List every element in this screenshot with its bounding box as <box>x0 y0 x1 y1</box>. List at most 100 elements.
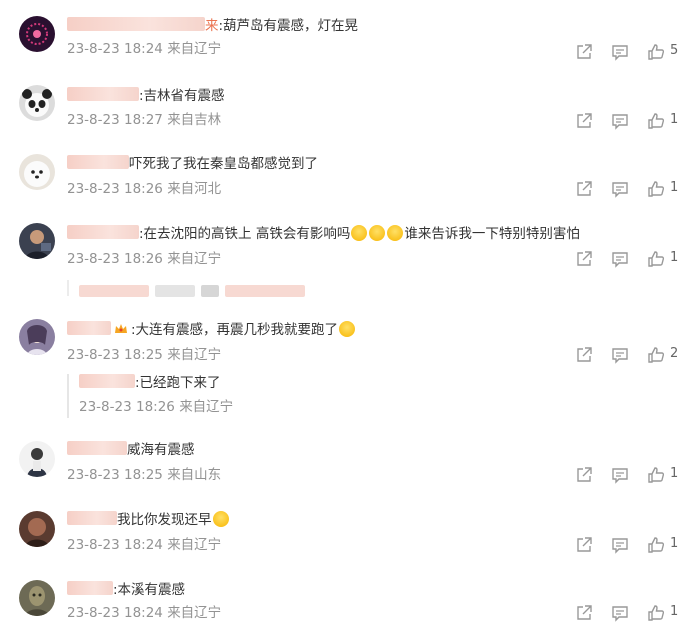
blurred-reply-preview <box>67 280 311 297</box>
comment-actions: 5 <box>574 42 684 62</box>
like-button[interactable] <box>646 179 666 199</box>
crying-emoji-icon <box>339 321 356 337</box>
avatar[interactable] <box>19 319 55 355</box>
comment-date: 23-8-23 18:24 <box>67 537 163 553</box>
reply-text: :已经跑下来了 <box>79 374 233 392</box>
comment-button[interactable] <box>574 249 594 269</box>
username[interactable] <box>67 87 139 101</box>
comment-button[interactable] <box>610 111 630 131</box>
like-button[interactable] <box>646 345 666 365</box>
comment-meta: 23-8-23 18:26 来自河北 <box>67 180 221 198</box>
reply-date: 23-8-23 18:26 <box>79 399 175 415</box>
comment-date: 23-8-23 18:26 <box>67 181 163 197</box>
comment-date: 23-8-23 18:25 <box>67 347 163 363</box>
comment-item: 来:葫芦岛有震感，灯在晃 23-8-23 18:24 来自辽宁 5 <box>0 12 699 68</box>
comment-icon <box>612 114 628 130</box>
share-icon <box>577 181 592 196</box>
share-button[interactable] <box>574 603 594 623</box>
username[interactable] <box>67 441 127 455</box>
reply-username[interactable] <box>79 374 135 388</box>
comment-text: 我比你发现还早 <box>67 511 230 529</box>
comment-meta: 23-8-23 18:26 来自辽宁 <box>67 250 221 268</box>
comment-date: 23-8-23 18:26 <box>67 251 163 267</box>
comment-icon <box>612 468 628 484</box>
username[interactable] <box>67 225 139 239</box>
comment-button[interactable] <box>610 345 630 365</box>
share-button[interactable] <box>574 42 594 62</box>
username[interactable] <box>67 155 129 169</box>
avatar[interactable] <box>19 154 55 190</box>
like-button[interactable] <box>646 111 666 131</box>
comment-button[interactable] <box>610 42 630 62</box>
comment-icon <box>612 538 628 554</box>
comment-button[interactable] <box>610 603 630 623</box>
username-suffix[interactable]: 来 <box>205 18 219 34</box>
comment-location: 来自辽宁 <box>167 251 222 267</box>
comment-actions: 2 <box>574 345 684 365</box>
comment-icon <box>612 252 628 268</box>
comment-actions: 1 <box>574 111 684 131</box>
avatar[interactable] <box>19 511 55 547</box>
comment-location: 来自吉林 <box>167 112 222 128</box>
comment-icon <box>612 606 628 622</box>
avatar[interactable] <box>19 441 55 477</box>
comment-text: :在去沈阳的高铁上 高铁会有影响吗 谁来告诉我一下特别特别害怕 <box>67 225 580 243</box>
username[interactable] <box>67 17 205 31</box>
like-count: 5 <box>670 43 679 58</box>
comment-actions: 1 <box>574 249 684 269</box>
like-button[interactable] <box>646 249 666 269</box>
thumbs-up-icon <box>648 347 665 363</box>
comment-location: 来自辽宁 <box>167 347 222 363</box>
username[interactable] <box>67 511 117 525</box>
comment-meta: 23-8-23 18:24 来自辽宁 <box>67 604 221 622</box>
comment-button[interactable] <box>610 465 630 485</box>
like-button[interactable] <box>646 465 666 485</box>
share-icon <box>577 537 592 552</box>
comment-date: 23-8-23 18:24 <box>67 605 163 621</box>
comment-meta: 23-8-23 18:24 来自辽宁 <box>67 40 221 58</box>
comment-location: 来自山东 <box>167 467 222 483</box>
like-count: 1 <box>670 536 679 551</box>
like-button[interactable] <box>646 603 666 623</box>
share-icon <box>577 251 592 266</box>
username[interactable] <box>67 321 111 335</box>
comment-icon <box>612 182 628 198</box>
comment-button[interactable] <box>610 249 630 269</box>
comment-date: 23-8-23 18:25 <box>67 467 163 483</box>
share-icon <box>577 44 592 59</box>
share-button[interactable] <box>574 111 594 131</box>
comment-location: 来自河北 <box>167 181 222 197</box>
like-count: 2 <box>670 346 679 361</box>
share-button[interactable] <box>574 179 594 199</box>
username[interactable] <box>67 581 113 595</box>
comment-date: 23-8-23 18:27 <box>67 112 163 128</box>
comment-item: :大连有震感，再震几秒我就要跑了 23-8-23 18:25 来自辽宁 2 :已… <box>0 316 699 424</box>
comment-text: :大连有震感，再震几秒我就要跑了 <box>67 321 356 339</box>
comment-button[interactable] <box>610 179 630 199</box>
like-button[interactable] <box>646 535 666 555</box>
like-count: 1 <box>670 112 679 127</box>
comment-meta: 23-8-23 18:25 来自山东 <box>67 466 221 484</box>
comment-button[interactable] <box>610 535 630 555</box>
share-button[interactable] <box>574 345 594 365</box>
comment-item: :吉林省有震感 23-8-23 18:27 来自吉林 1 <box>0 82 699 138</box>
comment-icon <box>612 45 628 61</box>
share-icon <box>577 605 592 620</box>
comment-location: 来自辽宁 <box>167 605 222 621</box>
share-icon <box>577 347 592 362</box>
share-icon <box>577 113 592 128</box>
comment-location: 来自辽宁 <box>167 537 222 553</box>
avatar[interactable] <box>19 580 55 616</box>
avatar[interactable] <box>19 16 55 52</box>
comment-location: 来自辽宁 <box>167 41 222 57</box>
comment-text: 威海有震感 <box>67 441 195 459</box>
share-button[interactable] <box>574 535 594 555</box>
thumbs-up-icon <box>648 251 665 267</box>
reply-location: 来自辽宁 <box>179 399 234 415</box>
crown-badge-icon <box>115 324 127 333</box>
comment-date: 23-8-23 18:24 <box>67 41 163 57</box>
avatar[interactable] <box>19 85 55 121</box>
like-button[interactable] <box>646 42 666 62</box>
share-button[interactable] <box>574 465 594 485</box>
avatar[interactable] <box>19 223 55 259</box>
